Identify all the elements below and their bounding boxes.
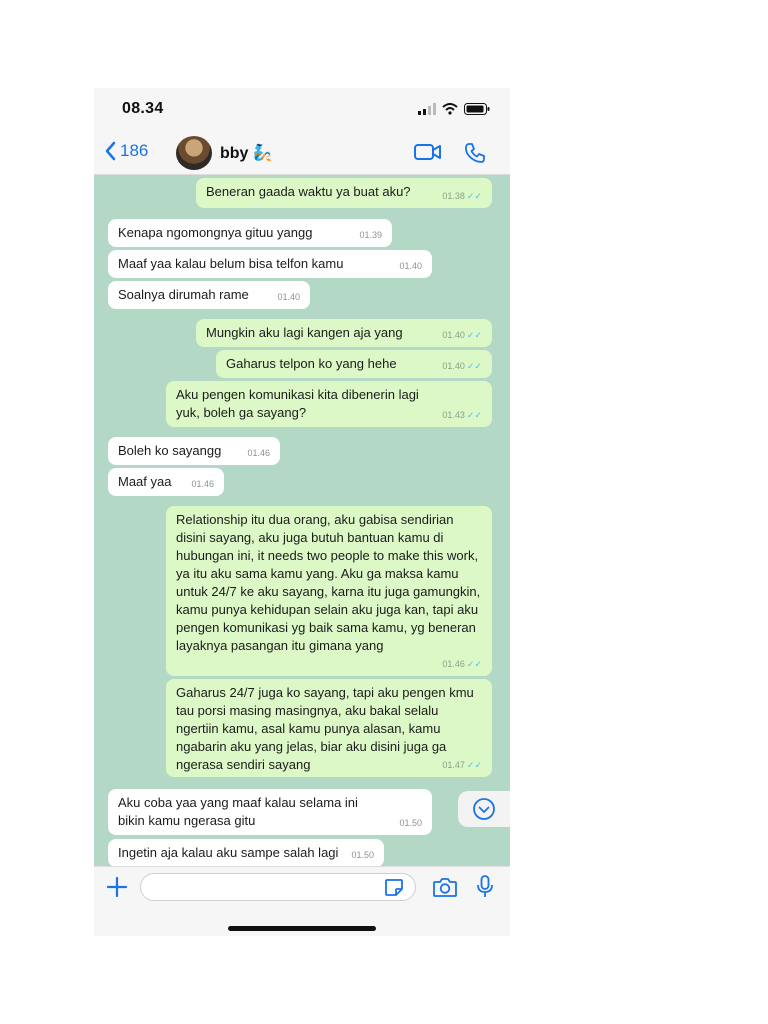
status-time: 08.34 (122, 100, 164, 117)
status-icons (418, 103, 490, 115)
signal-icon (418, 103, 436, 115)
read-ticks-icon: ✓✓ (466, 410, 482, 420)
message-bubble-outgoing[interactable]: Relationship itu dua orang, aku gabisa s… (166, 506, 492, 676)
message-text: Boleh ko sayangg (118, 443, 222, 458)
message-bubble-incoming[interactable]: Ingetin aja kalau aku sampe salah lagi 0… (108, 839, 384, 866)
phone-screen: 08.34 186 bby 🧞 Beneran gaada waktu ya b… (94, 88, 510, 936)
scroll-to-bottom-button[interactable] (458, 791, 510, 827)
message-time: 01.46 (191, 479, 214, 489)
message-bubble-incoming[interactable]: Aku coba yaa yang maaf kalau selama ini … (108, 789, 432, 835)
message-time: 01.46 (247, 448, 270, 458)
read-ticks-icon: ✓✓ (466, 760, 482, 770)
message-text: Mungkin aku lagi kangen aja yang (206, 325, 403, 340)
camera-icon[interactable] (432, 876, 458, 898)
message-time: 01.40 (277, 292, 300, 302)
message-text: Soalnya dirumah rame (118, 287, 249, 302)
message-time: 01.47 ✓✓ (442, 760, 482, 770)
video-icon[interactable] (414, 142, 442, 162)
message-time: 01.46 ✓✓ (442, 659, 482, 669)
read-ticks-icon: ✓✓ (466, 361, 482, 371)
avatar[interactable] (176, 136, 212, 170)
plus-icon[interactable] (106, 876, 128, 898)
wifi-icon (442, 103, 458, 115)
message-bubble-incoming[interactable]: Boleh ko sayangg 01.46 (108, 437, 280, 465)
message-text: Beneran gaada waktu ya buat aku? (206, 184, 411, 199)
mic-icon[interactable] (476, 875, 494, 899)
message-time: 01.39 (359, 230, 382, 240)
message-text: Aku pengen komunikasi kita dibenerin lag… (176, 387, 419, 420)
message-text: Maaf yaa (118, 474, 172, 489)
message-bubble-incoming[interactable]: Kenapa ngomongnya gituu yangg 01.39 (108, 219, 392, 247)
message-time: 01.40 ✓✓ (442, 330, 482, 340)
sticker-icon[interactable] (384, 878, 404, 896)
read-ticks-icon: ✓✓ (466, 330, 482, 340)
message-text: Gaharus 24/7 juga ko sayang, tapi aku pe… (176, 685, 474, 772)
message-time: 01.40 ✓✓ (442, 361, 482, 371)
message-time: 01.50 (351, 850, 374, 860)
message-bubble-outgoing[interactable]: Aku pengen komunikasi kita dibenerin lag… (166, 381, 492, 427)
composer-bar (94, 866, 510, 936)
message-bubble-incoming[interactable]: Maaf yaa 01.46 (108, 468, 224, 496)
message-bubble-outgoing[interactable]: Mungkin aku lagi kangen aja yang 01.40 ✓✓ (196, 319, 492, 347)
chevron-down-icon (473, 798, 495, 820)
message-time: 01.50 (399, 818, 422, 828)
phone-icon[interactable] (464, 142, 486, 164)
unread-count: 186 (120, 141, 149, 160)
message-bubble-incoming[interactable]: Maaf yaa kalau belum bisa telfon kamu 01… (108, 250, 432, 278)
back-button[interactable]: 186 (104, 141, 148, 161)
message-time: 01.38 ✓✓ (442, 191, 482, 201)
message-bubble-outgoing[interactable]: Gaharus telpon ko yang hehe 01.40 ✓✓ (216, 350, 492, 378)
message-time: 01.40 (399, 261, 422, 271)
read-ticks-icon: ✓✓ (466, 659, 482, 669)
message-text: Aku coba yaa yang maaf kalau selama ini … (118, 795, 358, 828)
message-time: 01.43 ✓✓ (442, 410, 482, 420)
contact-name[interactable]: bby 🧞 (220, 143, 273, 163)
message-bubble-outgoing[interactable]: Beneran gaada waktu ya buat aku? 01.38 ✓✓ (196, 178, 492, 208)
battery-icon (464, 103, 490, 115)
message-text: Maaf yaa kalau belum bisa telfon kamu (118, 256, 344, 271)
status-bar: 08.34 (94, 88, 510, 132)
read-ticks-icon: ✓✓ (466, 191, 482, 201)
message-text: Kenapa ngomongnya gituu yangg (118, 225, 313, 240)
message-bubble-incoming[interactable]: Soalnya dirumah rame 01.40 (108, 281, 310, 309)
message-bubble-outgoing[interactable]: Gaharus 24/7 juga ko sayang, tapi aku pe… (166, 679, 492, 777)
message-text: Ingetin aja kalau aku sampe salah lagi (118, 845, 339, 860)
chat-header: 186 bby 🧞 (94, 132, 510, 175)
chevron-left-icon (105, 141, 116, 161)
home-indicator (228, 926, 376, 931)
message-text: Gaharus telpon ko yang hehe (226, 356, 397, 371)
message-text: Relationship itu dua orang, aku gabisa s… (176, 512, 481, 653)
chat-area[interactable]: Beneran gaada waktu ya buat aku? 01.38 ✓✓… (94, 175, 510, 866)
message-input[interactable] (140, 873, 416, 901)
